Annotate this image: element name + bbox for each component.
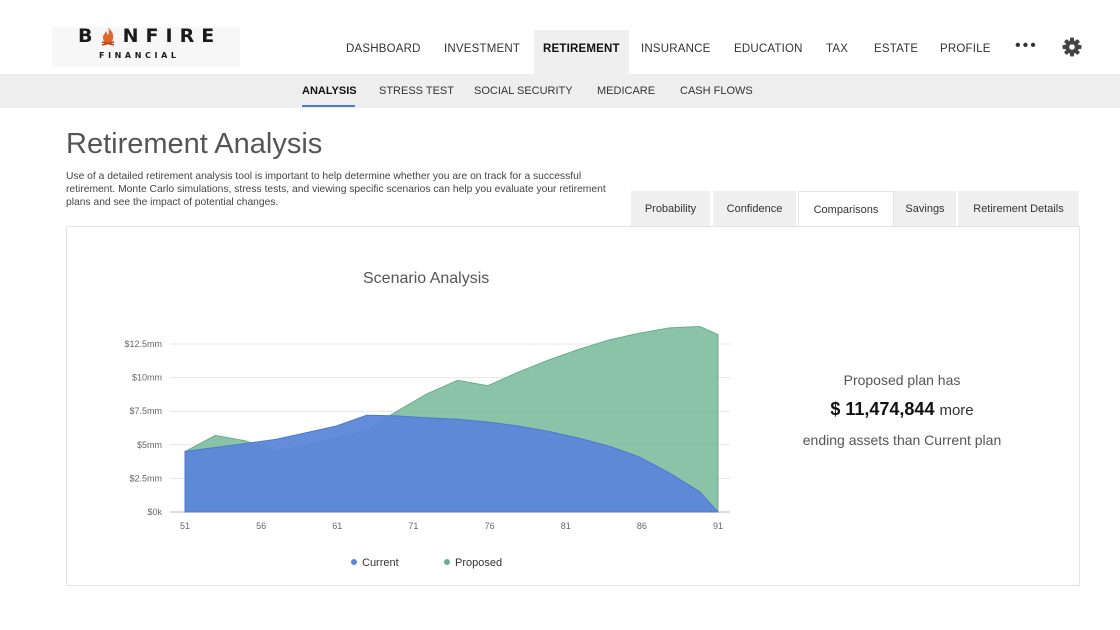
legend-proposed-dot: [444, 559, 450, 566]
scenario-analysis-chart: $0k $2.5mm $5mm $7.5mm $10mm $12.5mm 51 56 61 71 7…: [124, 325, 730, 531]
y-tick-label: $12.5mm: [124, 339, 162, 349]
y-tick-label: $7.5mm: [129, 406, 162, 416]
x-tick-label: 76: [485, 521, 495, 531]
summary-amount: $ 11,474,844: [830, 399, 935, 419]
summary-more: more: [939, 402, 974, 419]
x-tick-label: 81: [561, 521, 571, 531]
legend-proposed[interactable]: Proposed: [444, 557, 502, 569]
summary-conclusion: ending assets than Current plan: [802, 432, 1002, 448]
x-tick-label: 61: [332, 521, 342, 531]
legend-proposed-label: Proposed: [455, 557, 503, 569]
x-tick-label: 91: [713, 521, 723, 531]
legend-current[interactable]: Current: [351, 557, 399, 569]
x-tick-label: 51: [180, 521, 190, 531]
y-tick-label: $2.5mm: [129, 473, 162, 483]
x-tick-label: 56: [256, 521, 266, 531]
y-tick-label: $10mm: [132, 373, 162, 383]
x-tick-label: 71: [408, 521, 418, 531]
summary-amount-row: $ 11,474,844 more: [802, 399, 1002, 420]
comparison-summary: Proposed plan has $ 11,474,844 more endi…: [802, 372, 1002, 450]
legend-current-label: Current: [362, 557, 399, 569]
y-tick-label: $0k: [147, 507, 162, 517]
summary-intro: Proposed plan has: [843, 372, 961, 388]
y-tick-label: $5mm: [137, 440, 162, 450]
legend-current-dot: [351, 559, 357, 566]
x-tick-label: 86: [637, 521, 647, 531]
